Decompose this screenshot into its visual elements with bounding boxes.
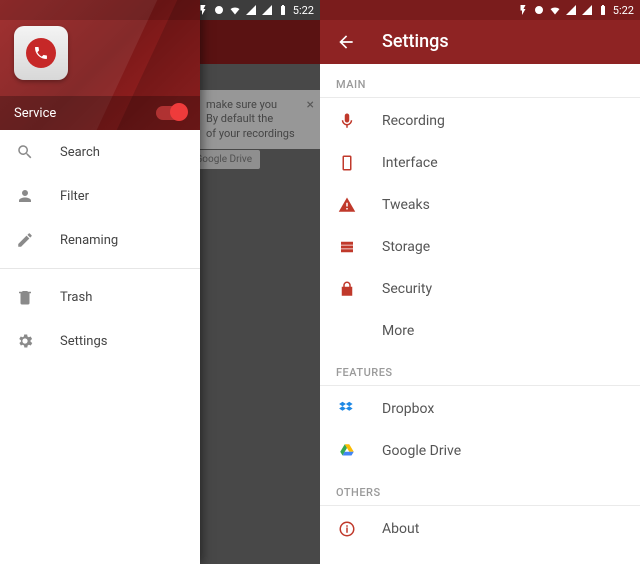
settings-item-gdrive[interactable]: Google Drive [320,430,640,472]
settings-item-security[interactable]: Security [320,268,640,310]
phone-device-icon [338,154,356,172]
divider [320,385,640,386]
gear-icon [16,332,34,350]
signal-icon [565,4,577,16]
settings-item-label: Recording [382,113,445,129]
app-icon [14,26,68,80]
page-title: Settings [382,31,449,52]
status-time: 5:22 [613,4,634,17]
drawer-item-label: Search [60,145,100,160]
storage-icon [338,238,356,256]
mic-icon [338,112,356,130]
drawer-list: Search Filter Renaming Trash Settings [0,130,200,564]
settings-item-label: Interface [382,155,438,171]
settings-item-label: More [382,323,414,339]
settings-item-about[interactable]: About [320,508,640,550]
trash-icon [16,288,34,306]
settings-item-label: Dropbox [382,401,434,417]
phone-left: UNSORTED × make sure you By default the … [0,0,320,564]
service-label: Service [14,106,56,121]
phone-right: Settings 5:22 MAIN Recording Interface T… [320,0,640,564]
status-bar: 5:22 [0,0,320,20]
service-switch[interactable] [156,106,186,120]
drawer-item-label: Settings [60,334,107,349]
drawer-item-settings[interactable]: Settings [0,319,200,363]
drawer-item-filter[interactable]: Filter [0,174,200,218]
drawer-item-trash[interactable]: Trash [0,275,200,319]
notif-icon [197,4,209,16]
gdrive-icon [338,442,356,460]
nav-drawer: Service Search Filter Renaming Trash [0,0,200,564]
settings-item-interface[interactable]: Interface [320,142,640,184]
info-icon [338,520,356,538]
divider [0,268,200,269]
section-others: OTHERS [320,472,640,505]
warning-icon [338,196,356,214]
battery-icon [597,4,609,16]
service-row: Service [0,96,200,130]
pencil-icon [16,231,34,249]
notif-icon [517,4,529,16]
status-bar: 5:22 [320,0,640,20]
signal-icon [581,4,593,16]
divider [320,505,640,506]
back-icon[interactable] [336,32,356,52]
drawer-item-label: Trash [60,290,92,305]
lock-icon [338,280,356,298]
alarm-icon [213,4,225,16]
dropbox-icon [338,400,356,418]
signal-icon [245,4,257,16]
settings-item-more[interactable]: More [320,310,640,352]
drawer-item-label: Filter [60,189,89,204]
settings-item-label: Google Drive [382,443,461,459]
status-time: 5:22 [293,4,314,17]
alarm-icon [533,4,545,16]
phone-icon [33,45,49,61]
drawer-item-renaming[interactable]: Renaming [0,218,200,262]
settings-item-label: Storage [382,239,430,255]
wifi-icon [229,4,241,16]
divider [320,97,640,98]
search-icon [16,143,34,161]
section-features: FEATURES [320,352,640,385]
settings-item-label: Tweaks [382,197,430,213]
settings-item-tweaks[interactable]: Tweaks [320,184,640,226]
person-icon [16,187,34,205]
settings-item-label: Security [382,281,432,297]
settings-item-storage[interactable]: Storage [320,226,640,268]
battery-icon [277,4,289,16]
settings-item-recording[interactable]: Recording [320,100,640,142]
signal-icon [261,4,273,16]
settings-item-dropbox[interactable]: Dropbox [320,388,640,430]
drawer-item-search[interactable]: Search [0,130,200,174]
settings-item-label: About [382,521,419,537]
settings-body[interactable]: MAIN Recording Interface Tweaks Storage … [320,64,640,564]
wifi-icon [549,4,561,16]
section-main: MAIN [320,64,640,97]
drawer-item-label: Renaming [60,233,118,248]
